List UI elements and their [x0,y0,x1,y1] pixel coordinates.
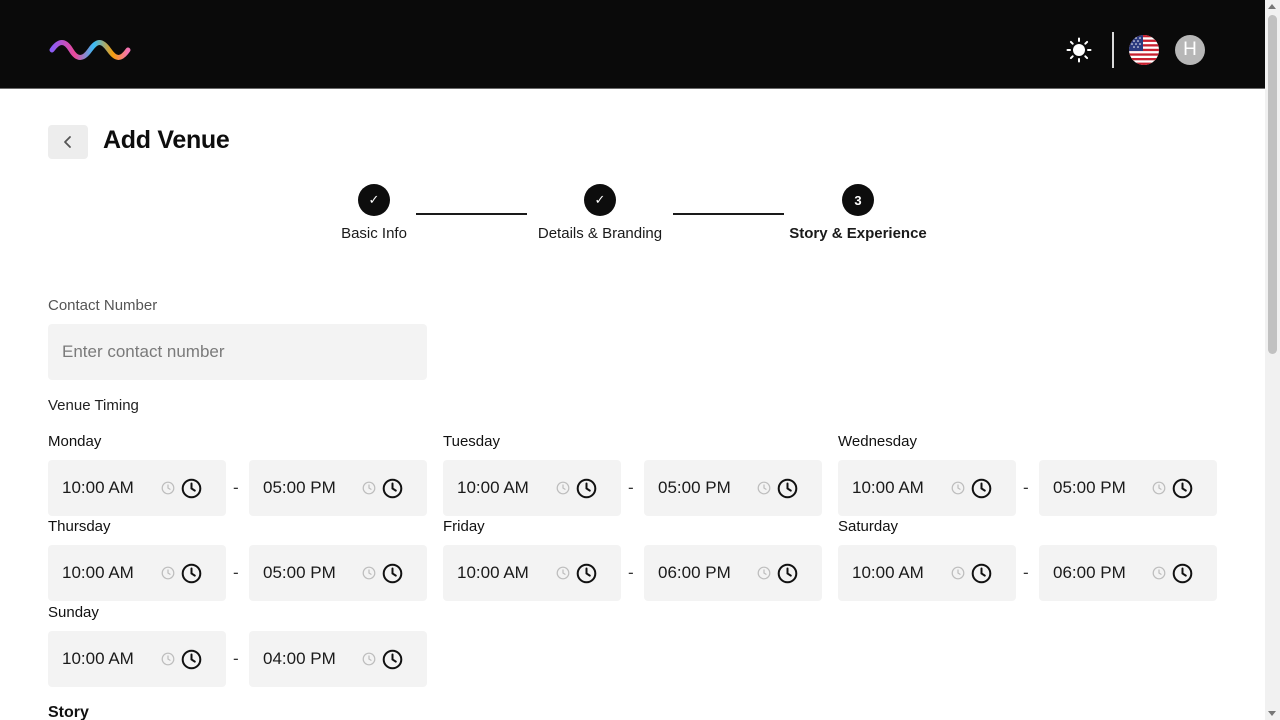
time-range-separator: - [233,563,239,582]
time-range-separator: - [1023,563,1029,582]
saturday-close-time-input[interactable]: 06:00 PM [1039,545,1217,601]
friday-close-time-input[interactable]: 06:00 PM [644,545,822,601]
page-title: Add Venue [103,126,230,154]
clock-icon [161,566,175,580]
clock-icon [161,652,175,666]
clock-icon [757,481,771,495]
wednesday-label: Wednesday [838,433,917,450]
step-1-label: Basic Info [341,225,407,242]
clock-icon [556,481,570,495]
clock-picker-icon[interactable] [971,563,992,584]
clock-icon [362,652,376,666]
time-range-separator: - [233,649,239,668]
clock-picker-icon[interactable] [971,478,992,499]
saturday-open-time-value: 10:00 AM [852,563,924,582]
contact-number-input[interactable] [48,324,427,380]
wednesday-close-time-input[interactable]: 05:00 PM [1039,460,1217,516]
back-button[interactable] [48,125,88,159]
step-3-label: Story & Experience [789,225,927,242]
clock-picker-icon[interactable] [576,478,597,499]
step-1-check-icon[interactable]: ✓ [358,184,390,216]
step-3-number[interactable]: 3 [842,184,874,216]
scroll-down-arrow-icon[interactable] [1268,711,1276,716]
time-range-separator: - [628,563,634,582]
tuesday-label: Tuesday [443,433,500,450]
thursday-close-time-value: 05:00 PM [263,563,336,582]
story-heading: Story [48,704,89,720]
tuesday-open-time-input[interactable]: 10:00 AM [443,460,621,516]
monday-close-time-value: 05:00 PM [263,478,336,497]
thursday-open-time-input[interactable]: 10:00 AM [48,545,226,601]
clock-picker-icon[interactable] [777,478,798,499]
step-connector [416,213,527,215]
saturday-close-time-value: 06:00 PM [1053,563,1126,582]
friday-open-time-value: 10:00 AM [457,563,529,582]
step-2-label: Details & Branding [537,225,663,242]
clock-picker-icon[interactable] [576,563,597,584]
wednesday-open-time-input[interactable]: 10:00 AM [838,460,1016,516]
chevron-left-icon [64,136,71,148]
thursday-label: Thursday [48,518,111,535]
saturday-label: Saturday [838,518,899,535]
wednesday-open-time-value: 10:00 AM [852,478,924,497]
clock-picker-icon[interactable] [1172,478,1193,499]
thursday-open-time-value: 10:00 AM [62,563,134,582]
tuesday-open-time-value: 10:00 AM [457,478,529,497]
venue-timing-label: Venue Timing [48,397,139,414]
time-range-separator: - [233,478,239,497]
step-2-check-icon[interactable]: ✓ [584,184,616,216]
theme-toggle-button[interactable] [1064,36,1094,64]
sunday-open-time-value: 10:00 AM [62,649,134,668]
sunday-close-time-input[interactable]: 04:00 PM [249,631,427,687]
monday-open-time-input[interactable]: 10:00 AM [48,460,226,516]
sunday-open-time-input[interactable]: 10:00 AM [48,631,226,687]
tuesday-close-time-value: 05:00 PM [658,478,731,497]
language-selector[interactable] [1129,35,1159,65]
friday-label: Friday [443,518,485,535]
sunday-close-time-value: 04:00 PM [263,649,336,668]
clock-icon [1152,481,1166,495]
clock-icon [951,481,965,495]
sun-icon [1066,37,1092,63]
user-avatar[interactable]: H [1175,35,1205,65]
top-navbar: H [0,0,1265,89]
us-flag-icon [1129,35,1159,65]
header-divider [1112,32,1114,68]
saturday-open-time-input[interactable]: 10:00 AM [838,545,1016,601]
clock-icon [161,481,175,495]
clock-icon [951,566,965,580]
friday-close-time-value: 06:00 PM [658,563,731,582]
clock-picker-icon[interactable] [1172,563,1193,584]
scroll-up-arrow-icon[interactable] [1268,4,1276,9]
clock-picker-icon[interactable] [181,478,202,499]
clock-icon [362,481,376,495]
scrollbar-thumb[interactable] [1268,15,1277,354]
page-scrollbar[interactable] [1265,0,1280,720]
clock-picker-icon[interactable] [382,649,403,670]
sunday-label: Sunday [48,604,99,621]
wednesday-close-time-value: 05:00 PM [1053,478,1126,497]
clock-icon [362,566,376,580]
clock-picker-icon[interactable] [181,649,202,670]
time-range-separator: - [628,478,634,497]
clock-picker-icon[interactable] [382,563,403,584]
friday-open-time-input[interactable]: 10:00 AM [443,545,621,601]
clock-icon [757,566,771,580]
clock-picker-icon[interactable] [181,563,202,584]
clock-icon [1152,566,1166,580]
clock-picker-icon[interactable] [777,563,798,584]
step-connector [673,213,784,215]
clock-picker-icon[interactable] [382,478,403,499]
thursday-close-time-input[interactable]: 05:00 PM [249,545,427,601]
wave-logo[interactable] [49,38,131,62]
time-range-separator: - [1023,478,1029,497]
monday-open-time-value: 10:00 AM [62,478,134,497]
clock-icon [556,566,570,580]
tuesday-close-time-input[interactable]: 05:00 PM [644,460,822,516]
monday-close-time-input[interactable]: 05:00 PM [249,460,427,516]
monday-label: Monday [48,433,102,450]
contact-number-label: Contact Number [48,297,158,314]
